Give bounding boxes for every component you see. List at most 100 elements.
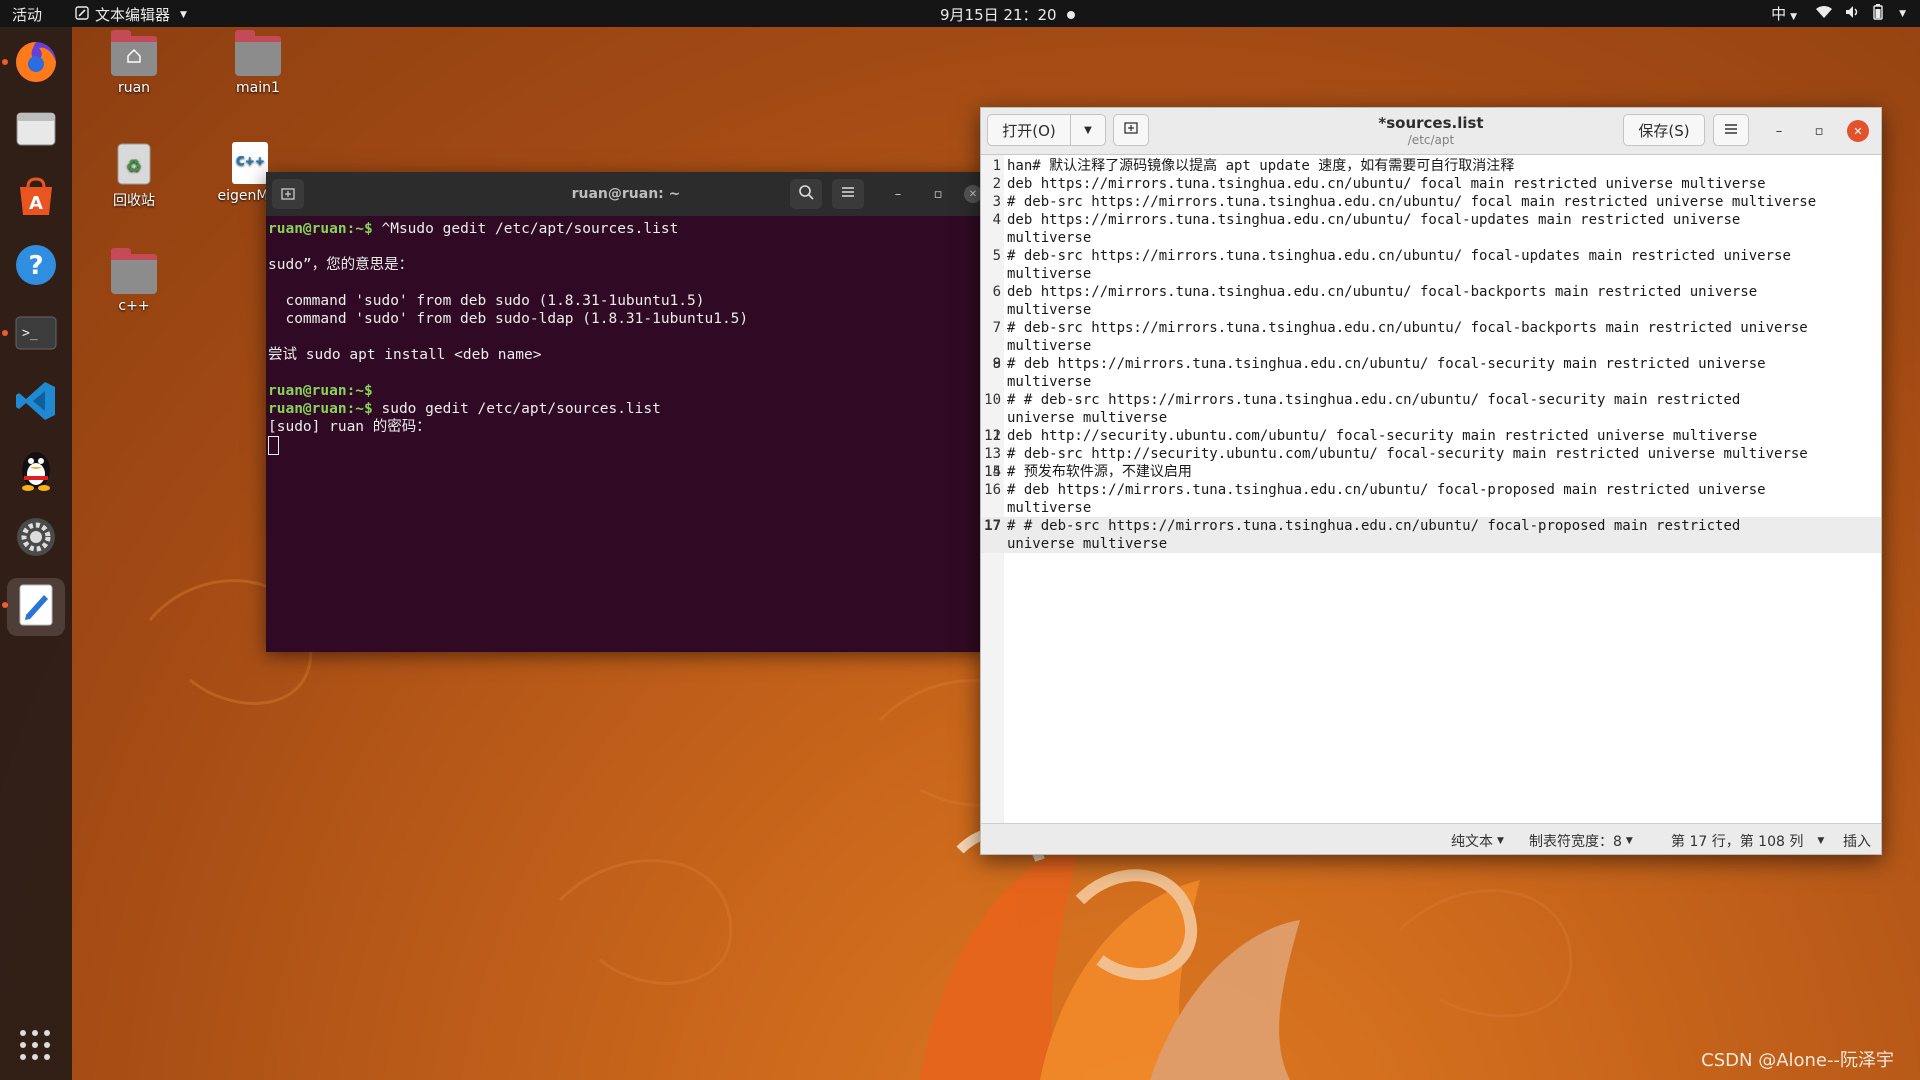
terminal-window[interactable]: ruan@ruan: ~ – ▫ ✕ ruan@ruan:~$ ^Msudo g…: [266, 172, 986, 652]
settings-gear-icon: [14, 515, 58, 563]
desktop-icon-home[interactable]: ruan: [84, 30, 184, 96]
terminal-cursor: [268, 436, 279, 455]
clock-text: 9月15日 21：20: [940, 6, 1057, 24]
desktop-icon-main1[interactable]: main1: [208, 30, 308, 96]
pencil-icon: [75, 5, 89, 24]
dock-software[interactable]: A: [7, 170, 65, 228]
line-text: # deb https://mirrors.tuna.tsinghua.edu.…: [1007, 356, 1766, 390]
editor-line[interactable]: 5 # deb-src https://mirrors.tuna.tsinghua…: [981, 247, 1881, 283]
editor-lines[interactable]: 1 han# 默认注释了源码镜像以提高 apt update 速度，如有需要可自行…: [981, 157, 1881, 553]
editor-line[interactable]: 17 # # deb-src https://mirrors.tuna.tsing…: [981, 517, 1881, 553]
editor-line[interactable]: 13 # deb-src http://security.ubuntu.com/u…: [981, 445, 1881, 463]
dock-text-editor[interactable]: [7, 578, 65, 636]
new-document-button[interactable]: [1113, 114, 1149, 146]
terminal-menu-button[interactable]: [832, 179, 864, 209]
minimize-icon: –: [894, 186, 902, 202]
qq-penguin-icon: [16, 446, 56, 496]
home-folder-icon: [111, 30, 157, 76]
terminal-line: ruan@ruan:~$: [268, 383, 373, 399]
editor-menu-button[interactable]: [1713, 114, 1749, 146]
wifi-icon: [1815, 5, 1833, 23]
dock-vscode[interactable]: [7, 374, 65, 432]
terminal-search-button[interactable]: [790, 179, 822, 209]
caret-down-icon: ▼: [1899, 8, 1906, 19]
editor-close-button[interactable]: ✕: [1847, 120, 1869, 142]
save-button[interactable]: 保存(S): [1623, 114, 1705, 146]
editor-title-area: *sources.list /etc/apt: [1281, 114, 1581, 147]
input-method-indicator[interactable]: 中 ▼: [1771, 3, 1797, 24]
editor-line[interactable]: 10 # # deb-src https://mirrors.tuna.tsing…: [981, 391, 1881, 427]
editor-line[interactable]: 12 deb http://security.ubuntu.com/ubuntu/…: [981, 427, 1881, 445]
editor-line[interactable]: 9 # deb https://mirrors.tuna.tsinghua.edu…: [981, 355, 1881, 391]
show-applications-grid-icon[interactable]: [20, 1030, 52, 1062]
terminal-line: ruan@ruan:~$ sudo gedit /etc/apt/sources…: [268, 401, 661, 417]
editor-maximize-button[interactable]: ▫: [1807, 119, 1831, 143]
text-editor-icon: [16, 583, 56, 631]
caret-down-icon: ▼: [1084, 124, 1092, 136]
help-icon: ?: [14, 243, 58, 291]
folder-icon: [235, 30, 281, 76]
desktop-icon-label: 回收站: [113, 193, 155, 209]
caret-down-icon: ▼: [1625, 836, 1633, 846]
editor-header-bar[interactable]: 打开(O) ▼ *sources.list /etc/apt 保存(S) – ▫…: [981, 108, 1881, 155]
open-button[interactable]: 打开(O): [987, 114, 1071, 146]
minimize-icon: –: [1775, 123, 1783, 139]
line-number: 2: [992, 176, 1001, 192]
dock-terminal[interactable]: >_: [7, 306, 65, 364]
system-tray: 中 ▼ ▼: [1771, 3, 1906, 24]
line-text: deb https://mirrors.tuna.tsinghua.edu.cn…: [1007, 176, 1766, 192]
hamburger-menu-icon: [841, 186, 855, 202]
line-text: # deb-src https://mirrors.tuna.tsinghua.…: [1007, 248, 1791, 282]
editor-text-area[interactable]: 1 han# 默认注释了源码镜像以提高 apt update 速度，如有需要可自行…: [981, 155, 1881, 824]
terminal-header-bar[interactable]: ruan@ruan: ~ – ▫ ✕: [266, 172, 986, 216]
svg-text:?: ?: [28, 251, 43, 281]
tab-width-selector[interactable]: 制表符宽度：8 ▼: [1529, 831, 1633, 851]
dock: A ? >_: [0, 27, 72, 1080]
language-selector[interactable]: 纯文本 ▼: [1451, 831, 1504, 851]
terminal-maximize-button[interactable]: ▫: [926, 182, 950, 206]
insert-mode-indicator: 插入: [1843, 834, 1871, 850]
line-number: 15: [984, 464, 1001, 480]
editor-line[interactable]: 1 han# 默认注释了源码镜像以提高 apt update 速度，如有需要可自行…: [981, 157, 1881, 175]
dock-files[interactable]: [7, 102, 65, 160]
terminal-icon: >_: [14, 311, 58, 359]
folder-icon: [111, 248, 157, 294]
battery-icon: [1873, 3, 1883, 24]
terminal-minimize-button[interactable]: –: [886, 182, 910, 206]
editor-minimize-button[interactable]: –: [1767, 119, 1791, 143]
editor-line[interactable]: 4 deb https://mirrors.tuna.tsinghua.edu.c…: [981, 211, 1881, 247]
dock-help[interactable]: ?: [7, 238, 65, 296]
line-text: # # deb-src https://mirrors.tuna.tsinghu…: [1007, 392, 1741, 426]
system-menu[interactable]: ▼: [1815, 3, 1906, 24]
command-text: sudo gedit /etc/apt/sources.list: [372, 401, 661, 417]
clock[interactable]: 9月15日 21：20: [940, 4, 1075, 25]
cpp-badge: C++: [236, 154, 265, 168]
maximize-icon: ▫: [1814, 123, 1824, 139]
app-menu[interactable]: 文本编辑器 ▼: [75, 4, 187, 25]
dock-firefox[interactable]: [7, 34, 65, 92]
editor-line[interactable]: 7 # deb-src https://mirrors.tuna.tsinghua…: [981, 319, 1881, 355]
editor-line[interactable]: 15 # 预发布软件源，不建议启用: [981, 463, 1881, 481]
document-title: *sources.list: [1378, 114, 1484, 132]
editor-line[interactable]: 3 # deb-src https://mirrors.tuna.tsinghua…: [981, 193, 1881, 211]
activities-button[interactable]: 活动: [12, 4, 42, 25]
line-number: 9: [992, 356, 1001, 372]
desktop-icon-cpp[interactable]: c++: [84, 248, 184, 314]
terminal-line: sudo”，您的意思是：: [268, 257, 414, 273]
cursor-position-selector[interactable]: 第 17 行，第 108 列 ▼: [1671, 831, 1824, 851]
open-recent-dropdown[interactable]: ▼: [1070, 114, 1106, 146]
dock-settings[interactable]: [7, 510, 65, 568]
dock-qq[interactable]: [7, 442, 65, 500]
watermark: CSDN @Alone--阮泽宇: [1701, 1050, 1894, 1071]
terminal-output[interactable]: ruan@ruan:~$ ^Msudo gedit /etc/apt/sourc…: [266, 216, 986, 459]
editor-line[interactable]: 6 deb https://mirrors.tuna.tsinghua.edu.c…: [981, 283, 1881, 319]
editor-line[interactable]: 2 deb https://mirrors.tuna.tsinghua.edu.c…: [981, 175, 1881, 193]
editor-line[interactable]: 16 # deb https://mirrors.tuna.tsinghua.ed…: [981, 481, 1881, 517]
desktop-icon-trash[interactable]: ♻ 回收站: [84, 142, 184, 210]
software-store-icon: A: [14, 175, 58, 223]
text-editor-window[interactable]: 打开(O) ▼ *sources.list /etc/apt 保存(S) – ▫…: [980, 107, 1882, 855]
files-icon: [14, 107, 58, 155]
